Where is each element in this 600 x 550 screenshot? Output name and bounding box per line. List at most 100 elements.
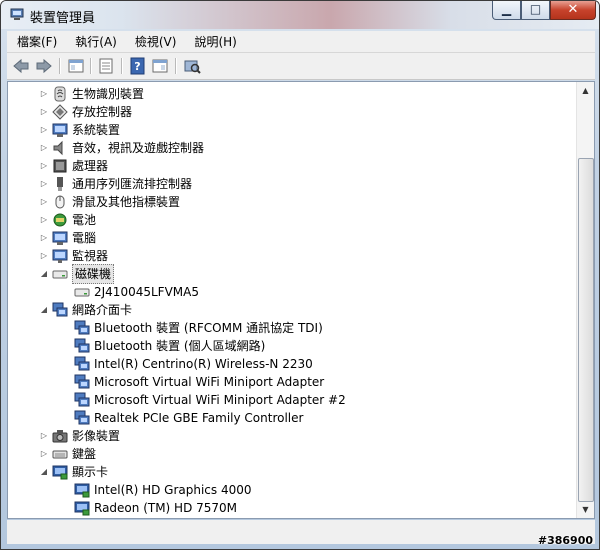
window-title: 裝置管理員: [30, 11, 96, 26]
tree-item[interactable]: Bluetooth 裝置 (個人區域網路): [61, 337, 265, 355]
tree-item[interactable]: Intel(R) HD Graphics 4000: [61, 481, 252, 499]
collapse-arrow-icon[interactable]: ◢: [39, 301, 49, 319]
tree-item[interactable]: Realtek PCIe GBE Family Controller: [61, 409, 303, 427]
network-adapter-icon: [74, 320, 90, 335]
usb-icon: [57, 177, 63, 191]
tree-item[interactable]: ▷ 音效，視訊及遊戲控制器: [39, 139, 204, 157]
tree-item[interactable]: Intel(R) Centrino(R) Wireless-N 2230: [61, 355, 313, 373]
tree-item[interactable]: Microsoft Virtual WiFi Miniport Adapter …: [61, 391, 346, 409]
tree-item[interactable]: ▷ 電池: [39, 211, 96, 229]
expand-arrow-icon[interactable]: ▷: [39, 121, 49, 139]
maximize-button[interactable]: □: [521, 1, 550, 20]
status-bar: [7, 520, 595, 544]
tree-item[interactable]: Bluetooth 裝置 (RFCOMM 通訊協定 TDI): [61, 319, 323, 337]
tree-item[interactable]: ▷ 系統裝置: [39, 121, 120, 139]
scrollbar-thumb[interactable]: [578, 158, 594, 502]
title-bar[interactable]: 裝置管理員 ▁ □ ✕: [1, 1, 599, 29]
expand-arrow-icon[interactable]: ▷: [39, 229, 49, 247]
collapse-arrow-icon[interactable]: ◢: [39, 463, 49, 481]
tree-item[interactable]: Microsoft Virtual WiFi Miniport Adapter: [61, 373, 324, 391]
toolbar-separator: [175, 58, 177, 74]
display-adapter-icon: [52, 465, 68, 480]
properties-view-icon[interactable]: [67, 57, 85, 75]
details-icon[interactable]: [97, 57, 115, 75]
scroll-up-arrow[interactable]: ▲: [577, 82, 594, 99]
tree-item[interactable]: ▷ 鍵盤: [39, 445, 96, 463]
expand-arrow-icon[interactable]: ▷: [39, 103, 49, 121]
speaker-icon: [53, 140, 63, 156]
toolbar-separator: [59, 58, 61, 74]
minimize-button[interactable]: ▁: [492, 1, 521, 20]
expand-arrow-icon[interactable]: ▷: [39, 175, 49, 193]
watermark: #386900: [537, 534, 593, 547]
tree-item-label: 磁碟機: [72, 264, 115, 284]
scroll-down-arrow[interactable]: ▼: [577, 501, 594, 518]
tree-item-label: 鍵盤: [72, 447, 97, 461]
vertical-scrollbar[interactable]: ▲ ▼: [576, 82, 594, 518]
tree-item-label: 影像裝置: [72, 429, 121, 443]
expand-arrow-icon[interactable]: ▷: [39, 427, 49, 445]
forward-icon[interactable]: [35, 57, 53, 75]
tree-item[interactable]: ◢ 顯示卡: [39, 463, 108, 481]
tree-item[interactable]: 2J410045LFVMA5: [61, 283, 199, 301]
menu-action[interactable]: 執行(A): [65, 33, 125, 50]
device-tree-panel: ▷ 生物識別裝置 ▷ 存放控制器 ▷ 系統裝置 ▷ 音效，視訊及遊戲控制器 ▷ 處理器 ▷ 通用序列匯…: [7, 81, 595, 519]
toolbar: ?: [7, 53, 595, 80]
network-adapter-icon: [74, 410, 90, 425]
expand-arrow-icon[interactable]: ▷: [39, 445, 49, 463]
expand-arrow-icon[interactable]: ▷: [39, 139, 49, 157]
scan-hardware-icon[interactable]: [183, 57, 201, 75]
expand-arrow-icon[interactable]: ▷: [39, 157, 49, 175]
tree-item-label: Bluetooth 裝置 (RFCOMM 通訊協定 TDI): [94, 321, 323, 335]
tree-item[interactable]: Radeon (TM) HD 7570M: [61, 499, 237, 517]
tree-item[interactable]: ▷ 監視器: [39, 247, 108, 265]
collapse-arrow-icon[interactable]: ◢: [39, 265, 49, 283]
expand-arrow-icon[interactable]: ▷: [39, 211, 49, 229]
expand-arrow-icon[interactable]: ▷: [39, 247, 49, 265]
network-adapter-icon: [74, 392, 90, 407]
tree-item[interactable]: ▷ 電腦: [39, 229, 96, 247]
svg-text:?: ?: [134, 60, 140, 73]
tree-item-label: Bluetooth 裝置 (個人區域網路): [94, 339, 266, 353]
tree-item[interactable]: ◢ 網路介面卡: [39, 301, 132, 319]
camera-icon: [52, 430, 68, 443]
tree-item-label: Microsoft Virtual WiFi Miniport Adapter …: [94, 393, 346, 407]
tree-item-label: 網路介面卡: [72, 303, 133, 317]
help-icon[interactable]: ?: [129, 57, 147, 75]
tree-item-label: 顯示卡: [72, 465, 109, 479]
tree-item[interactable]: ▷ 滑鼠及其他指標裝置: [39, 193, 180, 211]
expand-arrow-icon[interactable]: ▷: [39, 193, 49, 211]
expand-arrow-icon[interactable]: ▷: [39, 85, 49, 103]
menu-view[interactable]: 檢視(V): [125, 33, 185, 50]
computer-icon: [52, 231, 68, 245]
tree-item[interactable]: ▷ 生物識別裝置: [39, 85, 144, 103]
keyboard-icon: [52, 450, 68, 459]
tree-item-label: 存放控制器: [72, 105, 133, 119]
tree-item-label: 處理器: [72, 159, 109, 173]
tree-item-label: 通用序列匯流排控制器: [72, 177, 193, 191]
disk-drive-icon: [52, 270, 68, 279]
tree-item[interactable]: ◢ 磁碟機: [39, 264, 115, 284]
close-button[interactable]: ✕: [550, 1, 596, 20]
menu-bar: 檔案(F) 執行(A) 檢視(V) 說明(H): [7, 31, 595, 53]
display-adapter-icon: [74, 483, 90, 498]
window-icon[interactable]: [151, 57, 169, 75]
tree-item-label: 電池: [72, 213, 97, 227]
tree-item[interactable]: ▷ 存放控制器: [39, 103, 132, 121]
toolbar-separator: [90, 58, 92, 74]
tree-item[interactable]: ▷ 通用序列匯流排控制器: [39, 175, 192, 193]
tree-item-label: 監視器: [72, 249, 109, 263]
tree-item-label: Radeon (TM) HD 7570M: [94, 501, 238, 515]
computer-icon: [52, 123, 68, 137]
menu-help[interactable]: 說明(H): [184, 33, 244, 50]
menu-file[interactable]: 檔案(F): [7, 33, 65, 50]
back-icon[interactable]: [12, 57, 30, 75]
device-manager-window: 裝置管理員 ▁ □ ✕ 檔案(F) 執行(A) 檢視(V) 說明(H) ? ▷ …: [0, 0, 600, 550]
tree-item-label: 2J410045LFVMA5: [94, 285, 199, 299]
tree-item-label: Realtek PCIe GBE Family Controller: [94, 411, 304, 425]
display-adapter-icon: [74, 501, 90, 516]
disk-drive-icon: [74, 288, 90, 297]
tree-item[interactable]: ▷ 處理器: [39, 157, 108, 175]
tree-item[interactable]: ▷ 影像裝置: [39, 427, 120, 445]
tree-item-label: 系統裝置: [72, 123, 121, 137]
